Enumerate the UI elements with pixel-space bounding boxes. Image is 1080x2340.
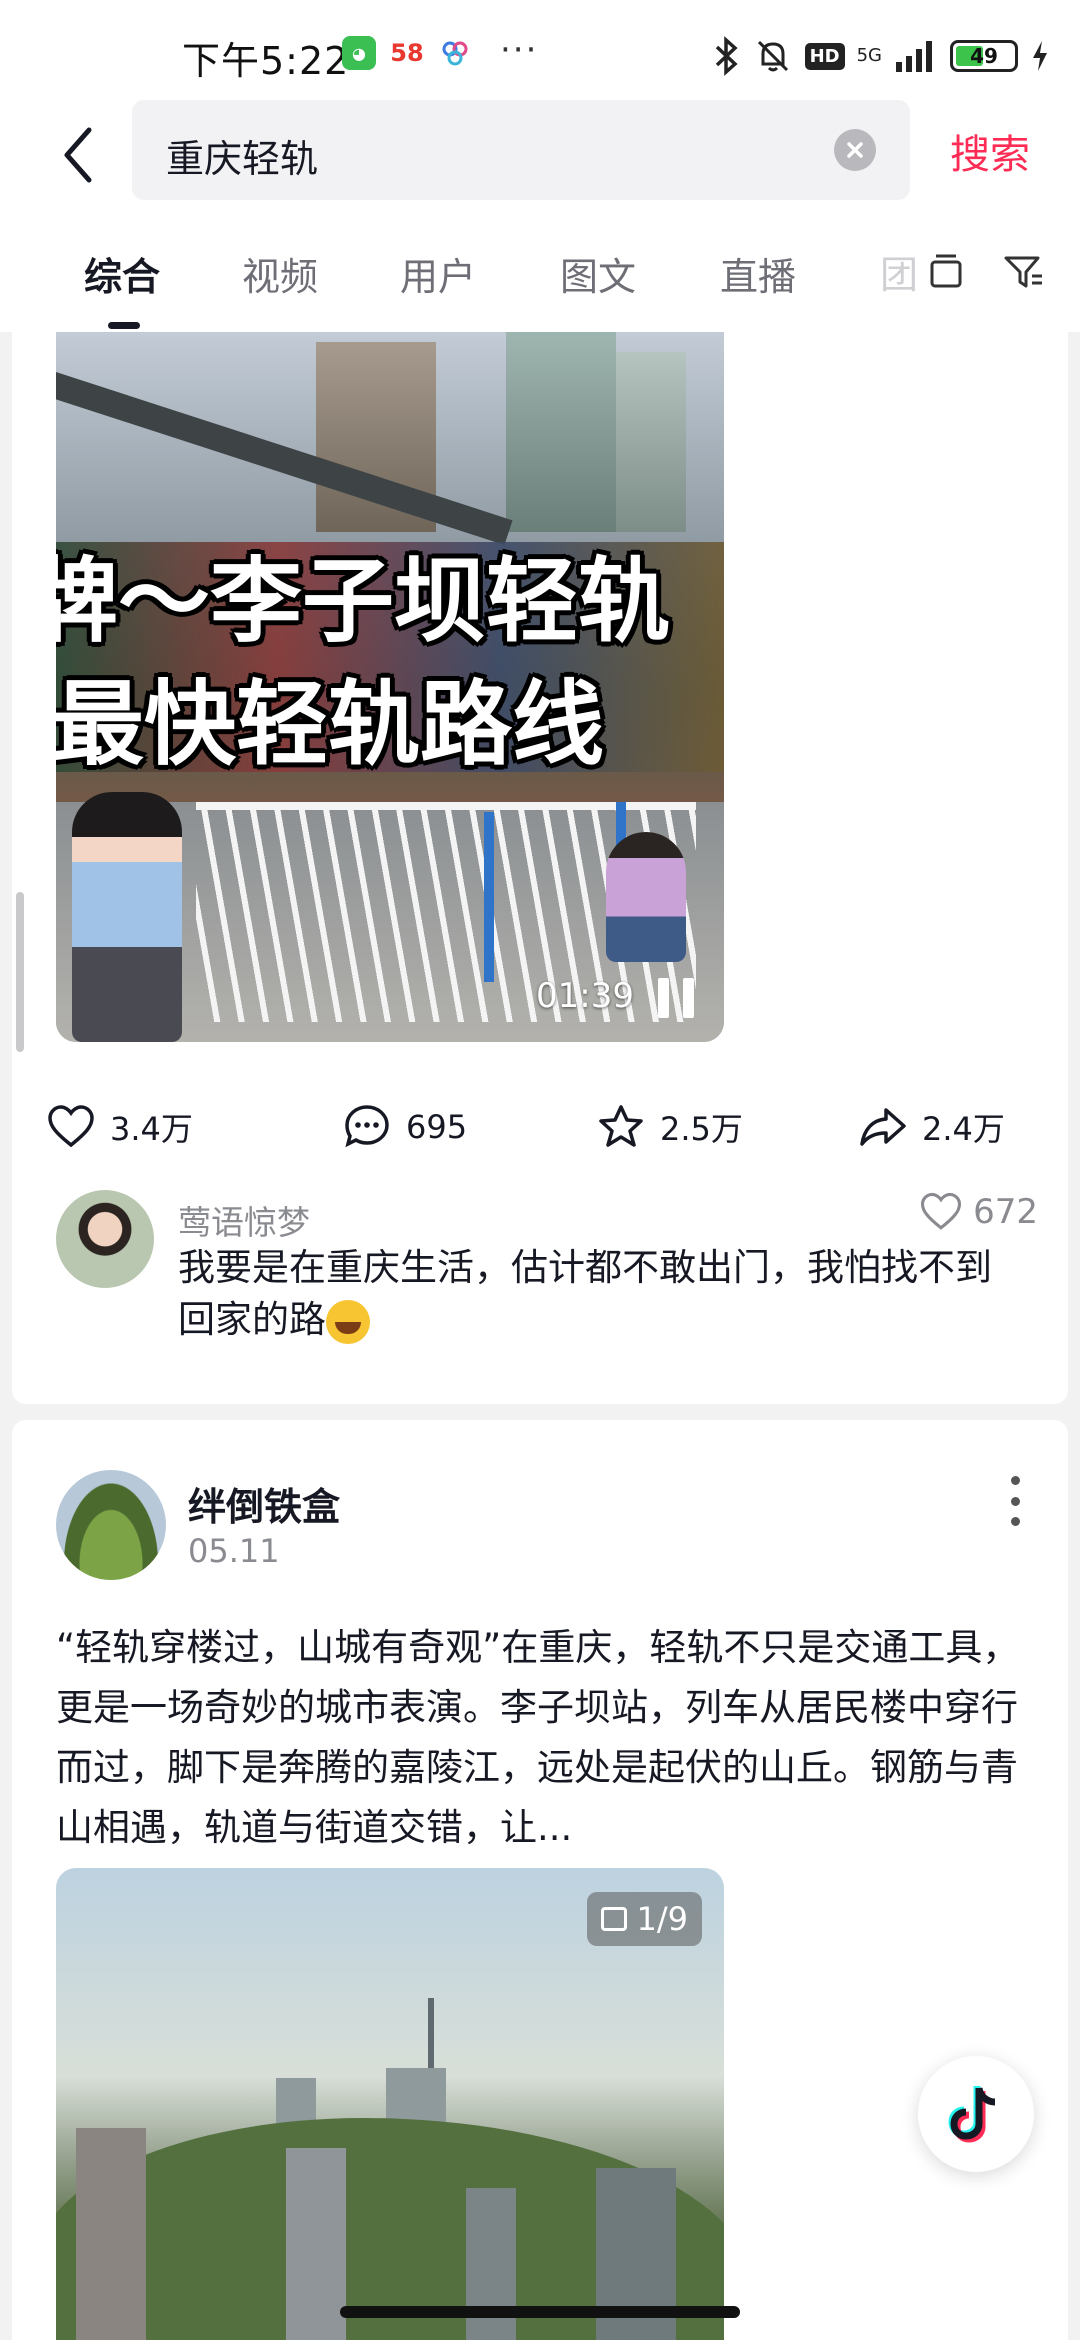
more-options-button[interactable] <box>1008 1476 1022 1526</box>
search-header: 重庆轻轨 搜索 <box>0 100 1080 220</box>
results-feed[interactable]: 牌～李子坝轻轨 最快轻轨路线 01:39 3.4万 695 2.5万 2.4万 … <box>0 332 1080 2340</box>
top-comment[interactable]: 莺语惊梦 672 我要是在重庆生活，估计都不敢出门，我怕找不到回家的路 <box>12 1190 1068 1370</box>
video-person <box>72 792 182 1042</box>
status-bar: 下午5:22 ◕ 58 ··· HD 5G 49 <box>0 0 1080 100</box>
close-icon <box>847 142 863 158</box>
tab-live[interactable]: 直播 <box>720 246 796 301</box>
comment-count: 695 <box>406 1108 468 1146</box>
comment-like-button[interactable]: 672 <box>919 1190 1038 1234</box>
tab-video[interactable]: 视频 <box>242 246 318 301</box>
douyin-logo-icon <box>948 2086 996 2143</box>
photo-building <box>76 2128 146 2340</box>
douyin-home-button[interactable] <box>918 2056 1034 2172</box>
share-button[interactable]: 2.4万 <box>858 1102 1005 1152</box>
video-action-bar: 3.4万 695 2.5万 2.4万 <box>12 1092 1068 1162</box>
status-time: 下午5:22 <box>182 39 350 83</box>
image-post-card[interactable]: 绊倒铁盒 05.11 “轻轨穿楼过，山城有奇观”在重庆，轻轨不只是交通工具，更是… <box>12 1420 1068 2340</box>
search-query-text[interactable]: 重庆轻轨 <box>166 128 318 183</box>
author-avatar[interactable] <box>56 1470 166 1580</box>
share-icon <box>860 1108 906 1146</box>
comment-text-wrap: 我要是在重庆生活，估计都不敢出门，我怕找不到回家的路 <box>178 1242 1028 1346</box>
photo-counter: 1/9 <box>586 1892 702 1946</box>
video-building <box>506 332 616 532</box>
video-monorail-track <box>56 372 513 546</box>
battery-icon: 49 <box>950 40 1018 72</box>
video-result-card[interactable]: 牌～李子坝轻轨 最快轻轨路线 01:39 3.4万 695 2.5万 2.4万 … <box>12 332 1068 1404</box>
charging-icon <box>1033 41 1047 71</box>
home-indicator[interactable] <box>340 2306 740 2318</box>
more-notifications-icon: ··· <box>500 30 539 70</box>
like-button[interactable]: 3.4万 <box>46 1102 193 1152</box>
video-duration: 01:39 <box>536 976 634 1016</box>
star-icon <box>599 1105 643 1147</box>
comment-text: 我要是在重庆生活，估计都不敢出门，我怕找不到回家的路 <box>178 1246 992 1341</box>
tab-image-text[interactable]: 图文 <box>560 246 636 301</box>
laughing-crying-emoji-icon <box>326 1299 370 1344</box>
favorite-button[interactable]: 2.5万 <box>596 1102 743 1152</box>
favorite-count: 2.5万 <box>660 1110 743 1148</box>
active-tab-indicator <box>108 322 140 329</box>
result-tabs: 综合 视频 用户 图文 直播 团 <box>0 220 1080 332</box>
tab-general[interactable]: 综合 <box>84 246 160 301</box>
comment-button[interactable]: 695 <box>342 1102 467 1152</box>
tab-overflow[interactable]: 团 <box>880 244 918 299</box>
signal-icon <box>896 41 932 72</box>
post-photo[interactable]: 1/9 <box>56 1868 724 2340</box>
author-name[interactable]: 绊倒铁盒 <box>188 1476 340 1531</box>
bluetooth-icon <box>715 36 738 76</box>
video-caption-line2: 最快轻轨路线 <box>56 671 605 778</box>
wechat-icon: ◕ <box>342 36 376 70</box>
mute-bell-icon <box>757 40 788 72</box>
back-button[interactable] <box>48 120 108 190</box>
gallery-icon <box>600 1907 627 1931</box>
comment-like-count: 672 <box>973 1192 1038 1232</box>
tab-users[interactable]: 用户 <box>400 246 476 301</box>
commenter-name[interactable]: 莺语惊梦 <box>178 1196 310 1244</box>
clear-search-button[interactable] <box>834 129 876 171</box>
network-label: 5G <box>856 45 882 66</box>
search-button[interactable]: 搜索 <box>950 122 1030 180</box>
hd-icon: HD <box>804 42 845 70</box>
search-input[interactable]: 重庆轻轨 <box>132 100 910 200</box>
system-icons: HD 5G 49 <box>711 36 1050 76</box>
heart-icon <box>921 1192 962 1230</box>
comment-icon <box>345 1105 389 1148</box>
video-player[interactable]: 牌～李子坝轻轨 最快轻轨路线 01:39 <box>56 332 724 1042</box>
video-building <box>616 352 686 532</box>
chevron-left-icon <box>64 127 92 183</box>
commenter-avatar[interactable] <box>56 1190 154 1288</box>
notification-icons: ◕ 58 <box>342 36 472 70</box>
photo-counter-text: 1/9 <box>636 1900 689 1938</box>
scrollbar[interactable] <box>16 892 24 1052</box>
display-mode-icon[interactable] <box>924 250 968 294</box>
like-count: 3.4万 <box>110 1110 193 1148</box>
app-58-icon: 58 <box>390 36 424 70</box>
video-caption-line1: 牌～李子坝轻轨 <box>56 548 671 655</box>
video-railing-post <box>484 812 494 982</box>
post-date: 05.11 <box>188 1532 280 1570</box>
app-dots-icon <box>438 36 472 70</box>
filter-icon[interactable] <box>1002 250 1046 294</box>
share-count: 2.4万 <box>922 1110 1005 1148</box>
video-person <box>606 832 686 962</box>
post-text[interactable]: “轻轨穿楼过，山城有奇观”在重庆，轻轨不只是交通工具，更是一场奇妙的城市表演。李… <box>56 1618 1036 1858</box>
pause-button[interactable] <box>658 978 694 1018</box>
photo-building <box>286 2148 346 2340</box>
battery-level: 49 <box>970 44 998 68</box>
heart-icon <box>48 1105 94 1148</box>
